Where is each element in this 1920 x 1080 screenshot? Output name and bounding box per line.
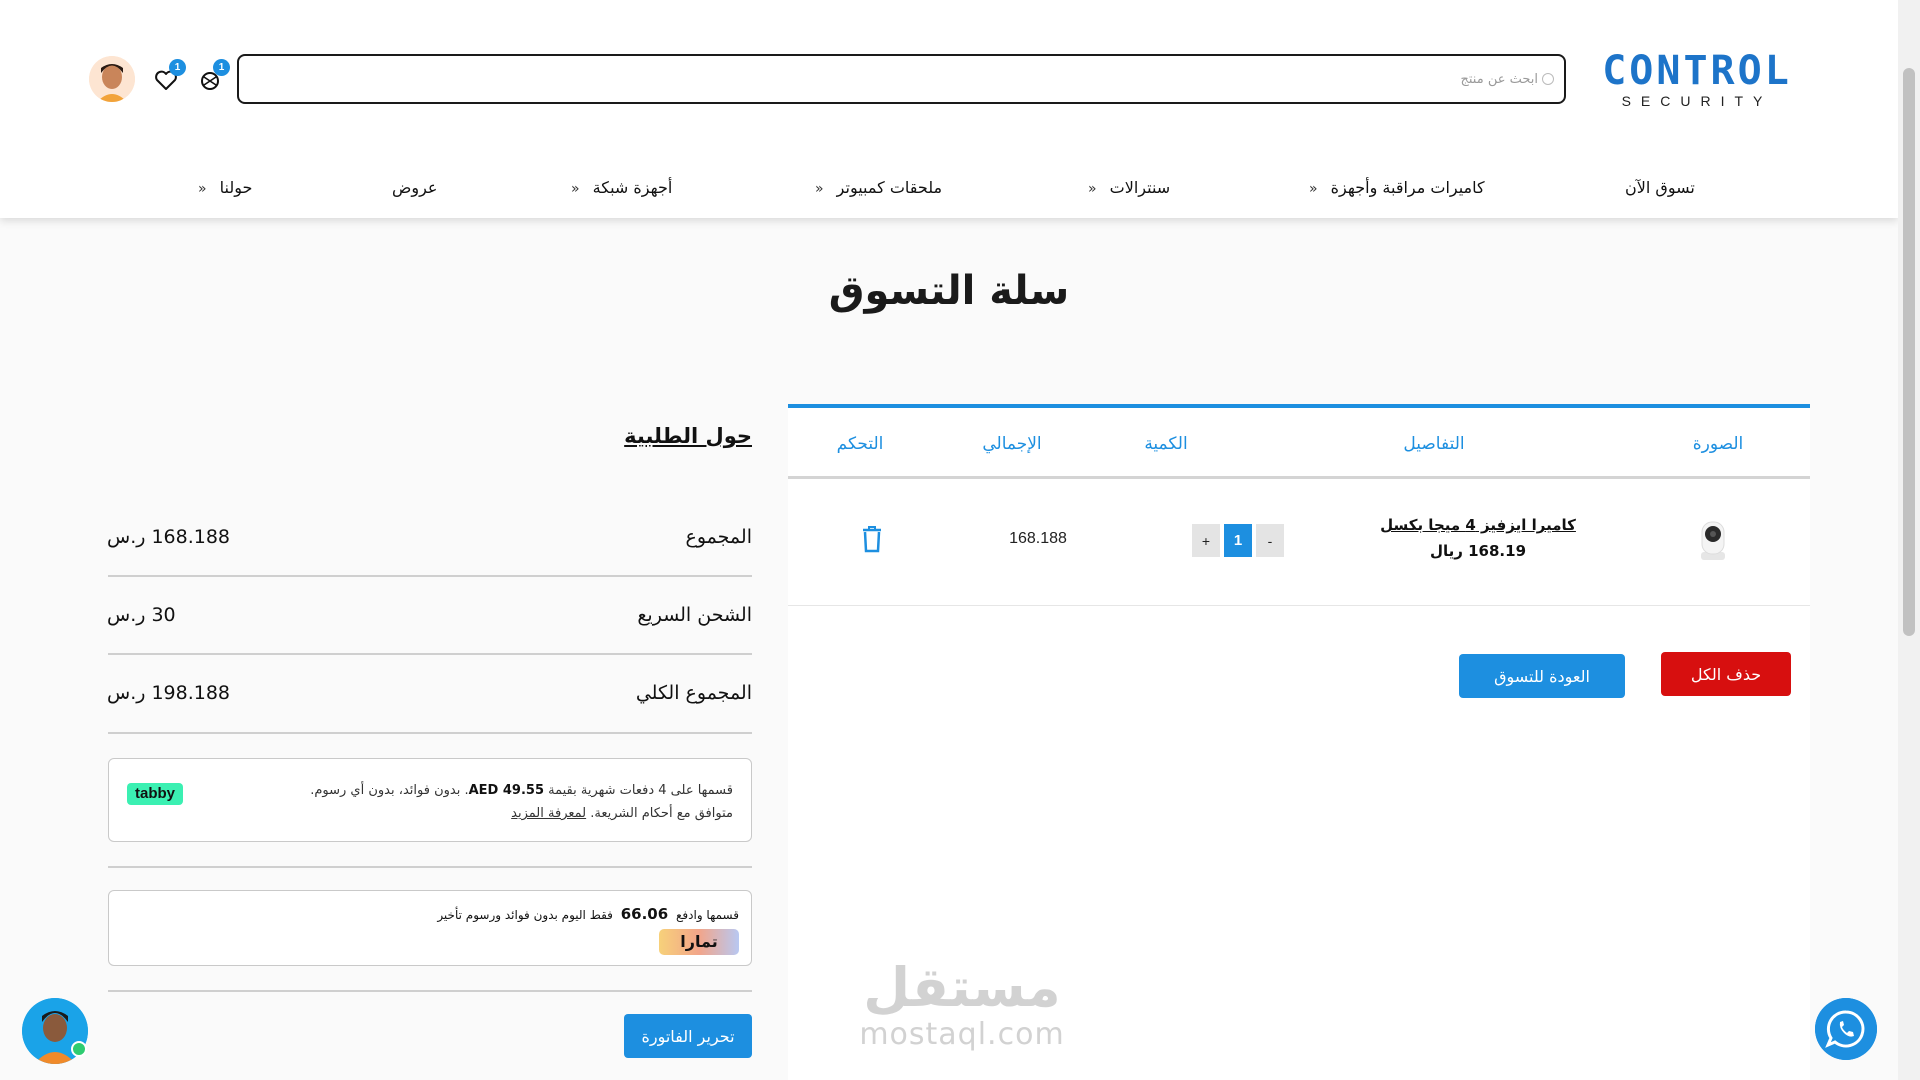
nav-label: سنترالات bbox=[1109, 178, 1171, 197]
grand-total-value: 198.188 ر.س bbox=[107, 682, 231, 704]
summary-title: حول الطلبية bbox=[624, 424, 752, 448]
wishlist-count-badge: 1 bbox=[169, 59, 186, 76]
tabby-logo: tabby bbox=[127, 783, 183, 805]
scrollbar-thumb[interactable] bbox=[1903, 68, 1915, 636]
chevron-double-icon: « bbox=[571, 181, 580, 197]
chevron-double-icon: « bbox=[1309, 181, 1318, 197]
nav-item-about[interactable]: حولنا « bbox=[198, 178, 252, 197]
trash-icon[interactable] bbox=[860, 525, 884, 553]
invoice-button[interactable]: تحرير الفاتورة bbox=[624, 1014, 752, 1058]
row-total: 168.188 bbox=[1009, 530, 1067, 547]
row-divider bbox=[788, 605, 1810, 606]
tamara-text: قسمها وادفع 66.06 فقط اليوم بدون فوائد و… bbox=[179, 905, 739, 923]
tamara-text-end: فقط اليوم بدون فوائد ورسوم تأخير bbox=[437, 908, 613, 922]
nav-label: تسوق الآن bbox=[1625, 178, 1695, 197]
nav-item-pbx[interactable]: سنترالات « bbox=[1088, 178, 1170, 197]
cart-count-badge: 1 bbox=[213, 59, 230, 76]
site-logo[interactable]: CONTROL SECURITY bbox=[1594, 48, 1800, 110]
nav-label: ملحقات كمبيوتر bbox=[836, 178, 943, 197]
watermark-arabic: مستقل bbox=[863, 956, 1061, 1019]
heart-icon[interactable]: 1 bbox=[152, 59, 186, 94]
summary-divider bbox=[108, 990, 752, 992]
tabby-amount: AED 49.55 bbox=[468, 783, 544, 798]
column-header-details: التفاصيل bbox=[1403, 434, 1465, 454]
nav-item-offers[interactable]: عروض bbox=[392, 178, 437, 197]
qty-increase-button[interactable]: + bbox=[1192, 524, 1220, 557]
search-input[interactable] bbox=[938, 68, 1538, 90]
whatsapp-icon[interactable] bbox=[1815, 998, 1877, 1060]
search-bar[interactable] bbox=[237, 54, 1566, 104]
table-header-divider bbox=[788, 476, 1810, 479]
qty-decrease-button[interactable]: - bbox=[1256, 524, 1284, 557]
column-header-total: الإجمالي bbox=[982, 434, 1042, 454]
subtotal-value: 168.188 ر.س bbox=[107, 526, 231, 548]
subtotal-label: المجموع bbox=[685, 526, 752, 548]
grand-total-label: المجموع الكلي bbox=[635, 682, 752, 704]
tabby-promo: tabby قسمها على 4 دفعات شهرية بقيمة AED … bbox=[108, 758, 752, 842]
chevron-double-icon: « bbox=[815, 181, 824, 197]
table-top-border bbox=[788, 404, 1810, 408]
shipping-label: الشحن السريع bbox=[637, 604, 752, 626]
nav-item-shop-now[interactable]: تسوق الآن bbox=[1625, 178, 1695, 197]
online-status-dot bbox=[71, 1041, 87, 1057]
column-header-quantity: الكمية bbox=[1144, 434, 1188, 454]
logo-wordmark: CONTROL bbox=[1602, 48, 1792, 94]
vertical-scrollbar[interactable] bbox=[1898, 0, 1920, 1080]
product-image[interactable] bbox=[1693, 514, 1733, 564]
chevron-double-icon: « bbox=[198, 181, 207, 197]
logo-tagline: SECURITY bbox=[1621, 93, 1773, 109]
tamara-logo: تمارا bbox=[659, 929, 739, 955]
nav-label: عروض bbox=[392, 178, 438, 197]
site-header: CONTROL SECURITY 1 1 bbox=[0, 0, 1898, 218]
tabby-line1-end: . بدون فوائد، بدون أي رسوم. bbox=[310, 783, 469, 798]
column-header-image: الصورة bbox=[1692, 434, 1744, 454]
nav-label: حولنا bbox=[219, 178, 253, 197]
watermark: مستقل mostaql.com bbox=[842, 958, 1082, 1052]
summary-divider bbox=[108, 732, 752, 734]
shipping-value: 30 ر.س bbox=[107, 604, 176, 626]
nav-item-computer-accessories[interactable]: ملحقات كمبيوتر « bbox=[815, 178, 942, 197]
nav-label: كاميرات مراقبة وأجهزة bbox=[1330, 178, 1485, 197]
tabby-line2: متوافق مع أحكام الشريعة. bbox=[590, 806, 733, 821]
search-icon bbox=[1542, 73, 1554, 85]
summary-divider bbox=[108, 653, 752, 655]
summary-divider bbox=[108, 575, 752, 577]
page: CONTROL SECURITY 1 1 bbox=[0, 0, 1920, 1080]
tabby-line1-start: قسمها على 4 دفعات شهرية بقيمة bbox=[548, 783, 733, 798]
product-price: 168.19 ريال bbox=[1429, 542, 1527, 560]
tamara-promo: قسمها وادفع 66.06 فقط اليوم بدون فوائد و… bbox=[108, 890, 752, 966]
tamara-text-start: قسمها وادفع bbox=[676, 908, 739, 922]
tabby-learn-more-link[interactable]: لمعرفة المزيد bbox=[511, 806, 586, 821]
column-header-control: التحكم bbox=[836, 434, 884, 454]
nav-item-network[interactable]: أجهزة شبكة « bbox=[571, 178, 672, 197]
delete-all-button[interactable]: حذف الكل bbox=[1661, 652, 1791, 696]
page-title: سلة التسوق bbox=[828, 268, 1070, 314]
nav-item-cameras[interactable]: كاميرات مراقبة وأجهزة « bbox=[1309, 178, 1485, 197]
qty-value: 1 bbox=[1224, 524, 1252, 557]
main-nav: تسوق الآن كاميرات مراقبة وأجهزة « سنترال… bbox=[0, 170, 1898, 210]
product-name-link[interactable]: كاميرا ايزفيز 4 ميجا بكسل bbox=[1328, 516, 1628, 534]
watermark-english: mostaql.com bbox=[859, 1017, 1065, 1052]
nav-label: أجهزة شبكة bbox=[592, 178, 673, 197]
tabby-text: قسمها على 4 دفعات شهرية بقيمة AED 49.55.… bbox=[213, 779, 733, 825]
user-avatar[interactable] bbox=[89, 56, 135, 102]
summary-divider bbox=[108, 866, 752, 868]
tamara-amount: 66.06 bbox=[620, 905, 669, 923]
cart-icon[interactable]: 1 bbox=[196, 59, 230, 94]
back-to-shop-button[interactable]: العودة للتسوق bbox=[1459, 654, 1625, 698]
chevron-double-icon: « bbox=[1088, 181, 1097, 197]
